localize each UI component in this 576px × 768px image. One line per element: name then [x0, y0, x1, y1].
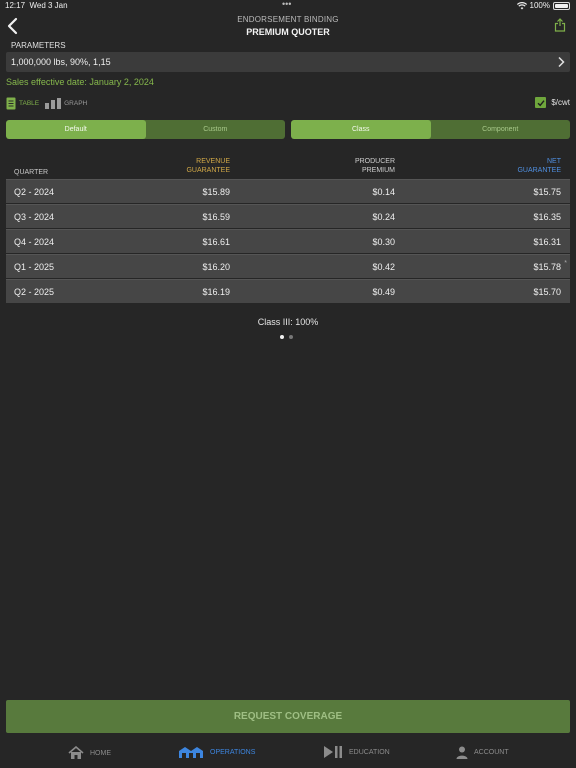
table-view-label: TABLE [19, 99, 40, 107]
nav-subtitle: ENDORSEMENT BINDING [237, 15, 339, 24]
cell-revenue: $16.61 [202, 237, 230, 247]
status-time: 12:17 Wed 3 Jan [5, 1, 68, 10]
cell-net: $15.75 [533, 187, 561, 197]
page-dot-active [280, 335, 284, 339]
view-toggle: TABLE GRAPH [6, 96, 93, 110]
tab-operations[interactable]: OPERATIONS [178, 746, 255, 758]
cell-net: $15.70 [533, 287, 561, 297]
barn-icon [179, 747, 203, 758]
table-row[interactable]: Q4 - 2024 $16.61 $0.30 $16.31 [6, 229, 570, 253]
table-view-button[interactable]: TABLE [6, 97, 39, 110]
cwt-checkbox[interactable] [535, 97, 547, 108]
tab-home-label: HOME [90, 749, 111, 757]
class-percentage: Class III: 100% [257, 317, 319, 327]
tab-account[interactable]: ACCOUNT [456, 746, 509, 759]
cell-revenue: $16.19 [202, 287, 230, 297]
cell-quarter: Q2 - 2025 [14, 287, 55, 297]
table-header: QUARTER REVENUE GUARANTEE PRODUCER PREMIUM… [6, 156, 570, 178]
checkmark-icon [537, 99, 545, 106]
header-quarter: QUARTER [14, 169, 49, 176]
cwt-toggle[interactable]: $/cwt [535, 97, 570, 108]
cell-net: $15.78 [533, 262, 561, 272]
cell-producer: $0.24 [372, 212, 395, 222]
quote-table: Q2 - 2024 $15.89 $0.14 $15.75 Q3 - 2024 … [6, 179, 570, 304]
tab-education-label: EDUCATION [349, 748, 390, 756]
parameters-value: 1,000,000 lbs, 90%, 1,15 [11, 57, 111, 67]
cell-quarter: Q4 - 2024 [14, 237, 55, 247]
wifi-icon [516, 1, 527, 9]
cell-revenue: $15.89 [202, 187, 230, 197]
page-indicator[interactable] [280, 335, 293, 339]
tab-operations-label: OPERATIONS [210, 748, 256, 756]
cell-producer: $0.30 [372, 237, 395, 247]
page-dot [289, 335, 293, 339]
header-producer-premium: PRODUCER PREMIUM [354, 158, 395, 174]
chevron-right-icon [558, 56, 565, 68]
tab-home[interactable]: HOME [68, 746, 111, 760]
status-right: 100% [516, 1, 570, 10]
bar-chart-icon [45, 97, 62, 109]
person-icon [456, 746, 468, 759]
cell-revenue: $16.59 [202, 212, 230, 222]
cwt-label: $/cwt [551, 98, 570, 107]
cell-quarter: Q3 - 2024 [14, 212, 55, 222]
segment-custom[interactable]: Custom [146, 120, 286, 139]
cell-producer: $0.42 [372, 262, 395, 272]
table-icon [6, 97, 16, 109]
segment-component[interactable]: Component [431, 120, 571, 139]
cell-quarter: Q2 - 2024 [14, 187, 55, 197]
cell-revenue: $16.20 [202, 262, 230, 272]
header-revenue-guarantee: REVENUE GUARANTEE [186, 158, 230, 174]
battery-percent: 100% [529, 1, 550, 10]
pricing-type-segment: Class Component [291, 120, 570, 139]
sales-effective-date: Sales effective date: January 2, 2024 [6, 77, 154, 87]
cell-producer: $0.14 [372, 187, 395, 197]
request-coverage-button[interactable]: REQUEST COVERAGE [6, 700, 570, 733]
page-title: PREMIUM QUOTER [246, 27, 330, 37]
parameters-label: PARAMETERS [11, 41, 66, 50]
battery-icon [553, 1, 570, 10]
navigation-bar: ENDORSEMENT BINDING PREMIUM QUOTER [0, 12, 576, 42]
table-row[interactable]: Q2 - 2025 $16.19 $0.49 $15.70 [6, 279, 570, 303]
tab-bar: HOME OPERATIONS EDUCATION ACCOUNT [0, 740, 576, 768]
header-net-guarantee: NET GUARANTEE [517, 158, 561, 174]
tab-education[interactable]: EDUCATION [323, 746, 390, 758]
pricing-mode-segment: Default Custom [6, 120, 285, 139]
graph-view-button[interactable]: GRAPH [45, 97, 88, 109]
tab-account-label: ACCOUNT [474, 749, 509, 756]
cell-quarter: Q1 - 2025 [14, 262, 55, 272]
share-icon[interactable] [554, 18, 566, 32]
status-bar: 12:17 Wed 3 Jan ••• 100% [0, 0, 576, 12]
home-icon [68, 746, 84, 759]
multitasking-dots-icon[interactable]: ••• [282, 0, 291, 9]
cell-producer: $0.49 [372, 287, 395, 297]
cell-net: $16.31 [533, 237, 561, 247]
table-row[interactable]: Q1 - 2025 $16.20 $0.42 $15.78 * [6, 254, 570, 278]
graph-view-label: GRAPH [64, 99, 88, 107]
segment-class[interactable]: Class [291, 120, 431, 139]
table-row[interactable]: Q2 - 2024 $15.89 $0.14 $15.75 [6, 179, 570, 203]
parameters-field[interactable]: 1,000,000 lbs, 90%, 1,15 [6, 52, 570, 72]
cell-net: $16.35 [533, 212, 561, 222]
cell-footnote-mark: * [564, 260, 567, 267]
play-pause-icon [324, 746, 342, 758]
segment-default[interactable]: Default [6, 120, 146, 139]
table-row[interactable]: Q3 - 2024 $16.59 $0.24 $16.35 [6, 204, 570, 228]
